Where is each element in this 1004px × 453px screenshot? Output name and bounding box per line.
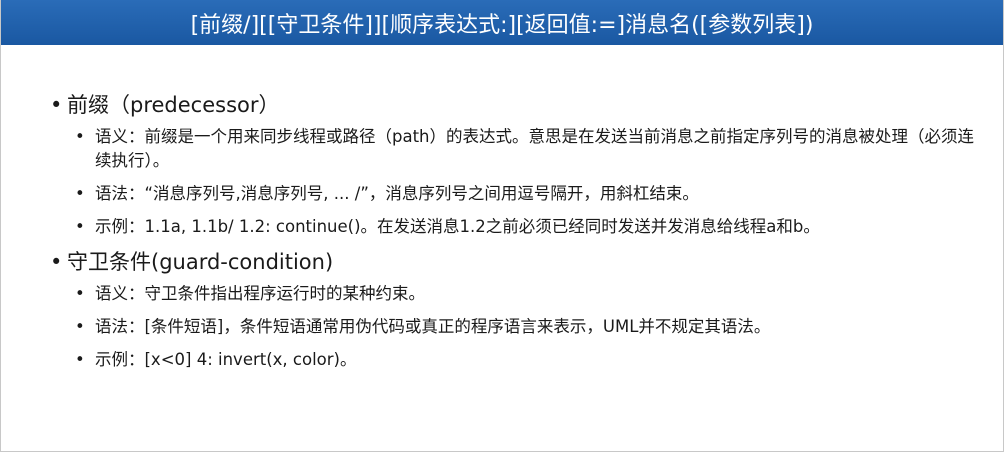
slide-title-bar: [前缀/][[守卫条件]][顺序表达式:][返回值:=]消息名([参数列表]) [1, 0, 1003, 45]
bullet-icon: • [50, 250, 63, 274]
section-heading: • 前缀（predecessor） [50, 93, 280, 117]
bullet-icon: • [75, 317, 85, 336]
bullet-icon: • [75, 127, 85, 146]
bullet-icon: • [50, 93, 63, 117]
bullet-icon: • [75, 350, 85, 369]
list-item: • 语法：[条件短语]，条件短语通常用伪代码或真正的程序语言来表示，UML并不规… [69, 315, 977, 339]
list-item: • 语义：前缀是一个用来同步线程或路径（path）的表达式。意思是在发送当前消息… [75, 127, 975, 170]
slide-title: [前缀/][[守卫条件]][顺序表达式:][返回值:=]消息名([参数列表]) [190, 12, 814, 38]
slide-content: • 前缀（predecessor） • 语义：前缀是一个用来同步线程或路径（pa… [47, 91, 977, 381]
section-guard-condition: • 守卫条件(guard-condition) • 语义：守卫条件指出程序运行时… [47, 248, 977, 372]
section-predecessor: • 前缀（predecessor） • 语义：前缀是一个用来同步线程或路径（pa… [47, 91, 977, 239]
section-heading: • 守卫条件(guard-condition) [50, 250, 334, 274]
list-item: • 示例：[x<0] 4: invert(x, color)。 [69, 348, 977, 372]
list-item: • 语法：“消息序列号,消息序列号, ... /”，消息序列号之间用逗号隔开，用… [69, 182, 977, 206]
list-item: • 语义：守卫条件指出程序运行时的某种约束。 [69, 282, 977, 306]
slide: [前缀/][[守卫条件]][顺序表达式:][返回值:=]消息名([参数列表]) … [0, 0, 1004, 452]
bullet-icon: • [75, 184, 85, 203]
list-item: • 示例：1.1a, 1.1b/ 1.2: continue()。在发送消息1.… [69, 215, 977, 239]
bullet-icon: • [75, 284, 85, 303]
bullet-icon: • [75, 217, 85, 236]
